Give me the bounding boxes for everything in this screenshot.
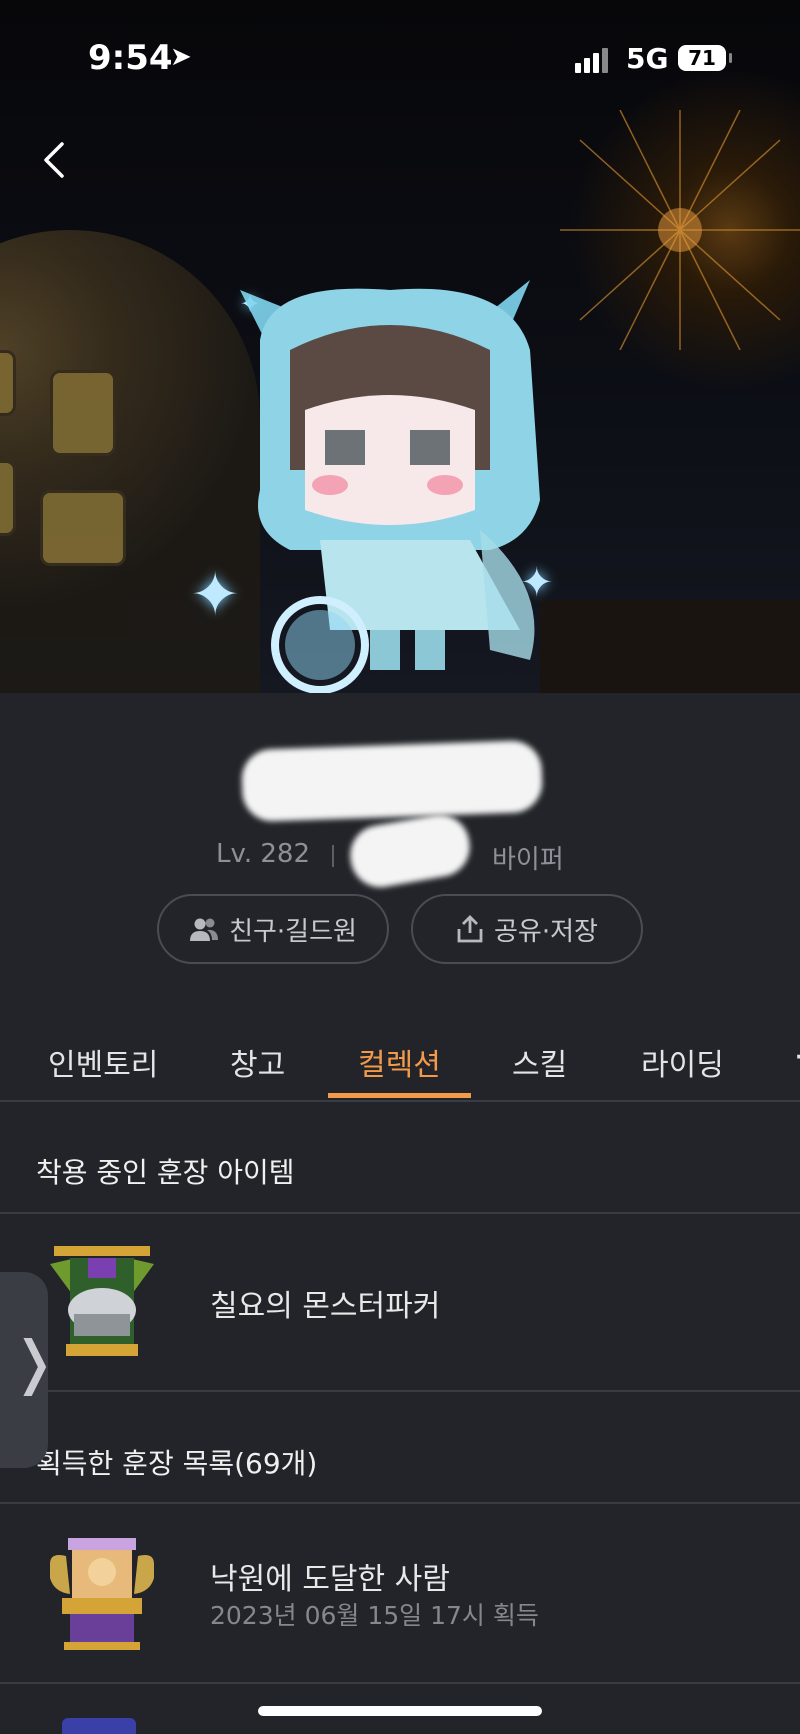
people-icon	[190, 918, 219, 941]
guild-name-redacted	[345, 810, 475, 892]
tab-bar: 인벤토리 창고 컬렉션 스킬 라이딩 ·	[0, 1020, 800, 1102]
share-save-button[interactable]: 공유·저장	[411, 894, 643, 964]
medal-icon	[50, 1538, 154, 1650]
divider	[0, 1682, 800, 1684]
character-avatar	[240, 280, 540, 693]
network-type: 5G	[626, 42, 669, 75]
location-arrow-icon: ➤	[170, 42, 192, 72]
share-save-label: 공유·저장	[494, 916, 598, 947]
share-icon	[457, 915, 483, 943]
friend-guild-label: 친구·길드원	[229, 916, 357, 947]
character-hero: ✦ ✦ ✦	[0, 0, 800, 693]
acquired-medal-title: 획득한 훈장 목록(69개)	[36, 1447, 318, 1480]
character-job: 바이퍼	[492, 845, 564, 875]
list-item-date: 2023년 06월 15일 17시 획득	[210, 1601, 539, 1630]
friend-guild-button[interactable]: 친구·길드원	[157, 894, 389, 964]
divider	[0, 1212, 800, 1214]
home-indicator[interactable]	[258, 1706, 542, 1716]
battery-icon: 71	[678, 45, 732, 71]
tab-riding[interactable]: 라이딩	[641, 1040, 724, 1084]
divider	[332, 845, 334, 867]
character-level: Lv. 282	[216, 839, 311, 869]
cellular-signal-icon	[575, 48, 611, 73]
back-icon[interactable]	[36, 140, 76, 180]
character-name-redacted	[240, 739, 544, 823]
status-time: 9:54	[88, 38, 173, 78]
tab-collection[interactable]: 컬렉션	[358, 1040, 441, 1084]
divider	[0, 1502, 800, 1504]
tab-inventory[interactable]: 인벤토리	[48, 1040, 158, 1084]
chevron-right-icon: ❭	[10, 1328, 59, 1396]
medal-icon	[50, 1246, 154, 1356]
equipped-medal-name[interactable]: 칠요의 몬스터파커	[210, 1281, 440, 1325]
medal-icon	[62, 1718, 136, 1734]
list-item-name[interactable]: 낙원에 도달한 사람	[210, 1554, 450, 1598]
active-tab-indicator	[328, 1093, 471, 1098]
tab-overflow[interactable]: ·	[794, 1040, 800, 1075]
tab-skill[interactable]: 스킬	[512, 1040, 567, 1084]
tab-storage[interactable]: 창고	[230, 1040, 285, 1084]
side-panel-handle[interactable]: ❭	[0, 1272, 59, 1468]
divider	[0, 1390, 800, 1392]
equipped-medal-title: 착용 중인 훈장 아이템	[36, 1156, 295, 1189]
